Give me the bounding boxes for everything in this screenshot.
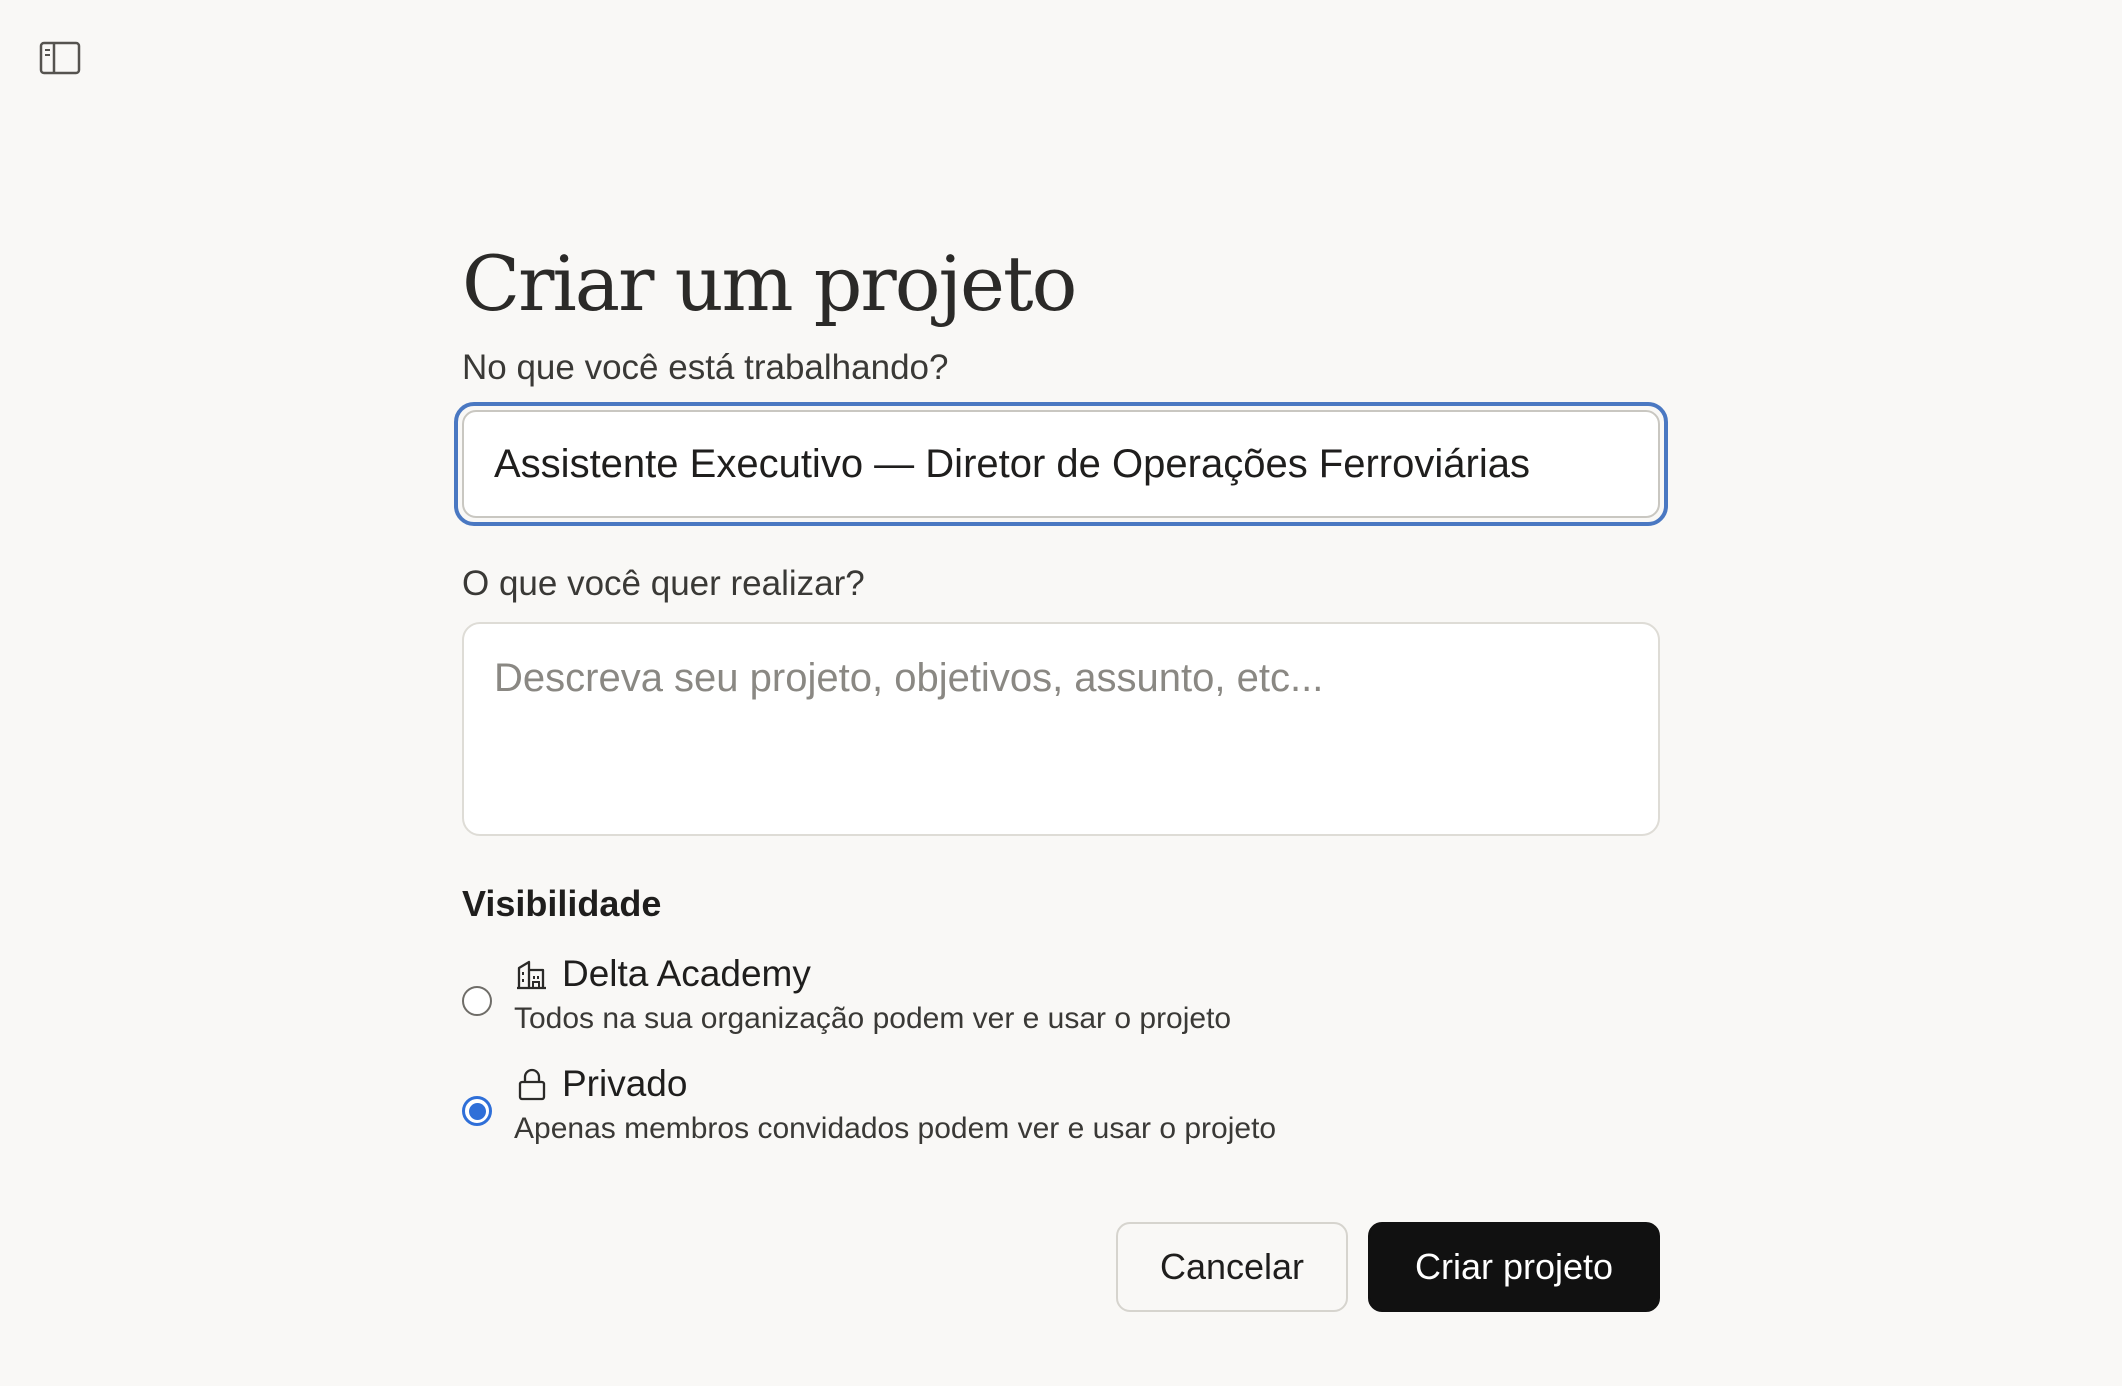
visibility-option-title: Delta Academy [562, 953, 811, 994]
radio-organization[interactable] [462, 986, 492, 1016]
visibility-option-description: Apenas membros convidados podem ver e us… [514, 1112, 1277, 1145]
building-icon [514, 956, 550, 992]
page-title: Criar um projeto [462, 239, 1077, 328]
project-name-input[interactable] [462, 410, 1660, 518]
project-name-label: No que você está trabalhando? [462, 348, 949, 387]
project-name-focus-ring [454, 402, 1668, 526]
cancel-button[interactable]: Cancelar [1116, 1222, 1348, 1312]
visibility-option-private[interactable]: Privado Apenas membros convidados podem … [462, 1062, 1660, 1148]
visibility-option-description: Todos na sua organização podem ver e usa… [514, 1002, 1232, 1035]
visibility-option-organization[interactable]: Delta Academy Todos na sua organização p… [462, 952, 1660, 1038]
create-project-button[interactable]: Criar projeto [1368, 1222, 1660, 1312]
lock-icon [514, 1066, 550, 1102]
project-description-input[interactable] [462, 622, 1660, 836]
visibility-option-title: Privado [562, 1063, 688, 1104]
sidebar-toggle-button[interactable] [34, 38, 86, 82]
sidebar-panel-icon [39, 41, 81, 80]
visibility-heading: Visibilidade [462, 883, 662, 924]
create-project-form: Criar um projeto No que você está trabal… [454, 236, 1668, 1148]
project-description-label: O que você quer realizar? [462, 564, 865, 603]
radio-private[interactable] [462, 1096, 492, 1126]
form-actions: Cancelar Criar projeto [462, 1222, 1660, 1312]
